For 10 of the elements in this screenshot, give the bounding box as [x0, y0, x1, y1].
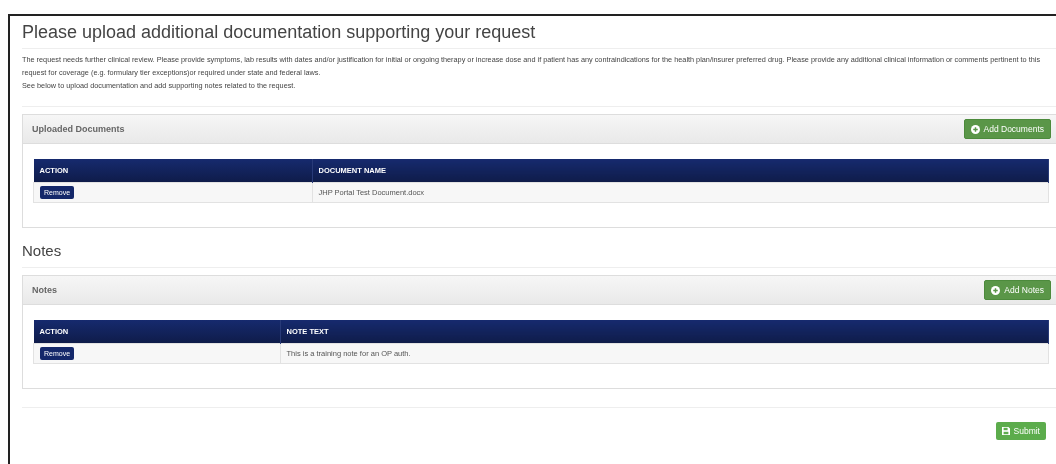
add-button[interactable]: Add Documents	[963, 119, 1051, 139]
panel-title: Uploaded Documents	[32, 124, 125, 134]
plus-circle-icon	[970, 124, 980, 134]
plus-circle-icon	[991, 285, 1001, 295]
panel-title: Notes	[32, 285, 57, 295]
save-icon	[1001, 427, 1010, 435]
section-heading: Notes	[22, 242, 63, 259]
add-button[interactable]: Add Notes	[984, 280, 1051, 300]
page-title: Please upload additional documentation supporting your request	[22, 22, 1056, 49]
submit-button[interactable]: Submit	[995, 422, 1046, 440]
